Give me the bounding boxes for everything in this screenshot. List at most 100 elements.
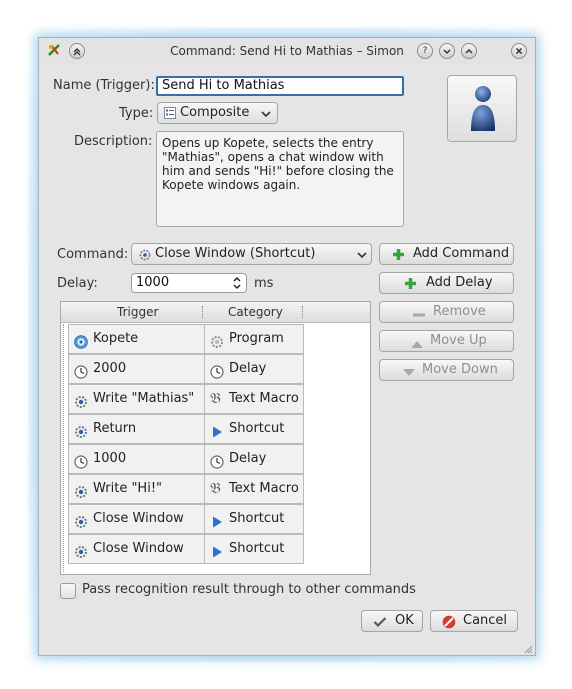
- command-icon-button[interactable]: [447, 75, 517, 142]
- help-icon[interactable]: ?: [417, 43, 433, 59]
- row-indicator-strip: [63, 324, 67, 572]
- dialog-window: Command: Send Hi to Mathias – Simon ? Na…: [38, 37, 536, 656]
- text-macro-icon: 𝔅: [210, 479, 221, 497]
- type-select[interactable]: Composite: [157, 102, 278, 124]
- command-table[interactable]: Trigger Category Kopete Program 2000 Del…: [60, 301, 371, 575]
- chevron-down-icon: [260, 108, 272, 123]
- delay-label: Delay:: [57, 276, 98, 291]
- arrow-up-icon: [410, 336, 424, 356]
- table-row[interactable]: Close Window Shortcut: [68, 504, 304, 534]
- composite-icon: [164, 107, 176, 119]
- table-header: Trigger Category: [61, 302, 370, 323]
- table-row[interactable]: Close Window Shortcut: [68, 534, 304, 564]
- column-divider: [202, 306, 204, 318]
- table-row[interactable]: 1000 Delay: [68, 444, 304, 474]
- trigger-text: Write "Hi!": [93, 481, 163, 496]
- plus-icon: [392, 248, 405, 268]
- trigger-text: 1000: [93, 451, 127, 466]
- trigger-text: Write "Mathias": [93, 391, 195, 406]
- pass-through-checkbox[interactable]: [60, 583, 76, 599]
- trigger-cell[interactable]: Close Window: [68, 534, 205, 564]
- move-up-button[interactable]: Move Up: [379, 330, 514, 352]
- category-cell[interactable]: Shortcut: [204, 534, 304, 564]
- gear-icon: [74, 422, 88, 438]
- description-textarea[interactable]: Opens up Kopete, selects the entry "Math…: [156, 131, 404, 227]
- command-label: Command:: [57, 247, 129, 262]
- trigger-cell[interactable]: 1000: [68, 444, 205, 474]
- minimize-icon[interactable]: [439, 43, 455, 59]
- maximize-icon[interactable]: [461, 43, 477, 59]
- gear-icon: [74, 512, 88, 528]
- user-avatar-icon: [468, 85, 498, 137]
- trigger-cell[interactable]: Write "Hi!": [68, 474, 205, 504]
- move-up-label: Move Up: [430, 333, 487, 348]
- name-label: Name (Trigger):: [53, 78, 155, 93]
- category-text: Text Macro: [229, 391, 299, 406]
- pass-through-label[interactable]: Pass recognition result through to other…: [82, 582, 416, 597]
- trigger-cell[interactable]: Close Window: [68, 504, 205, 534]
- delay-spinbox[interactable]: 1000: [131, 273, 247, 293]
- trigger-text: 2000: [93, 361, 127, 376]
- move-down-button[interactable]: Move Down: [379, 359, 514, 381]
- trigger-cell[interactable]: 2000: [68, 354, 205, 384]
- clock-icon: [210, 452, 224, 469]
- minus-icon: [413, 307, 425, 327]
- category-cell[interactable]: 𝔅 Text Macro: [204, 474, 304, 504]
- trigger-text: Close Window: [93, 541, 184, 556]
- remove-label: Remove: [433, 304, 486, 319]
- trigger-text: Close Window: [93, 511, 184, 526]
- clock-icon: [210, 362, 224, 379]
- title-bar[interactable]: Command: Send Hi to Mathias – Simon ?: [39, 38, 535, 64]
- category-cell[interactable]: Shortcut: [204, 504, 304, 534]
- table-row[interactable]: Return Shortcut: [68, 414, 304, 444]
- category-text: Shortcut: [229, 421, 285, 436]
- gear-icon: [210, 332, 224, 348]
- move-down-label: Move Down: [422, 362, 498, 377]
- category-text: Shortcut: [229, 541, 285, 556]
- close-icon[interactable]: [511, 43, 527, 59]
- table-row[interactable]: Kopete Program: [68, 324, 304, 354]
- spin-arrows-icon[interactable]: [232, 276, 242, 294]
- play-arrow-icon: [210, 512, 224, 528]
- gear-icon: [139, 249, 151, 264]
- gear-icon: [74, 542, 88, 558]
- trigger-text: Kopete: [93, 331, 139, 346]
- category-cell[interactable]: Delay: [204, 444, 304, 474]
- ok-button[interactable]: OK: [361, 610, 423, 632]
- category-cell[interactable]: Delay: [204, 354, 304, 384]
- command-select-value: Close Window (Shortcut): [155, 246, 316, 261]
- category-cell[interactable]: 𝔅 Text Macro: [204, 384, 304, 414]
- resize-grip-icon[interactable]: [523, 643, 533, 658]
- category-text: Text Macro: [229, 481, 299, 496]
- cancel-label: Cancel: [463, 613, 508, 628]
- type-label: Type:: [119, 106, 154, 121]
- add-delay-label: Add Delay: [426, 275, 493, 290]
- category-text: Delay: [229, 361, 267, 376]
- add-delay-button[interactable]: Add Delay: [379, 272, 514, 294]
- command-select[interactable]: Close Window (Shortcut): [131, 243, 372, 265]
- table-row[interactable]: 2000 Delay: [68, 354, 304, 384]
- name-input[interactable]: Send Hi to Mathias: [156, 76, 404, 96]
- delay-value: 1000: [136, 275, 170, 290]
- trigger-cell[interactable]: Kopete: [68, 324, 205, 354]
- add-command-button[interactable]: Add Command: [379, 243, 514, 265]
- table-row[interactable]: Write "Mathias" 𝔅 Text Macro: [68, 384, 304, 414]
- category-text: Program: [229, 331, 284, 346]
- category-text: Shortcut: [229, 511, 285, 526]
- type-select-value: Composite: [180, 105, 250, 120]
- cancel-button[interactable]: Cancel: [430, 610, 518, 632]
- trigger-cell[interactable]: Write "Mathias": [68, 384, 205, 414]
- plus-icon: [404, 277, 417, 297]
- column-header-trigger[interactable]: Trigger: [117, 305, 158, 319]
- remove-button[interactable]: Remove: [379, 301, 514, 323]
- play-arrow-icon: [210, 542, 224, 558]
- clock-icon: [74, 362, 88, 379]
- category-cell[interactable]: Shortcut: [204, 414, 304, 444]
- trigger-text: Return: [93, 421, 137, 436]
- table-row[interactable]: Write "Hi!" 𝔅 Text Macro: [68, 474, 304, 504]
- trigger-cell[interactable]: Return: [68, 414, 205, 444]
- category-cell[interactable]: Program: [204, 324, 304, 354]
- column-header-category[interactable]: Category: [228, 305, 283, 319]
- add-command-label: Add Command: [413, 246, 510, 261]
- gear-icon: [74, 392, 88, 408]
